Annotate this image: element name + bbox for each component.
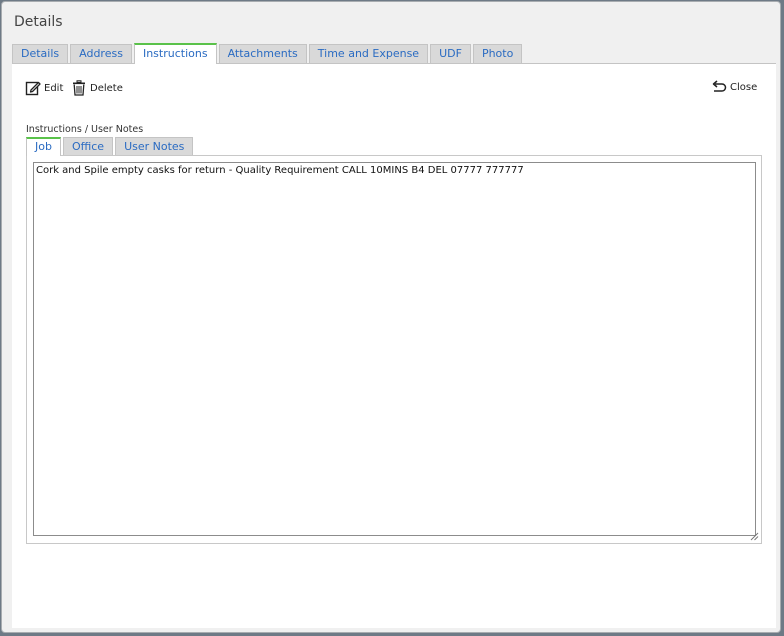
trash-icon: [71, 80, 87, 96]
tab-udf[interactable]: UDF: [430, 44, 471, 63]
subtab-job[interactable]: Job: [26, 137, 61, 156]
tab-attachments[interactable]: Attachments: [218, 44, 307, 63]
instructions-panel: Edit Delete Close Instructions / User No…: [12, 63, 776, 628]
dialog-title: Details: [14, 14, 63, 30]
tab-instructions[interactable]: Instructions: [133, 43, 217, 64]
close-label: Close: [730, 81, 758, 93]
edit-icon: [25, 80, 41, 96]
details-dialog: Details Details Address Instructions Att…: [1, 1, 781, 633]
delete-button[interactable]: Delete: [71, 80, 123, 96]
job-notes-textarea[interactable]: Cork and Spile empty casks for return - …: [33, 162, 756, 536]
undo-arrow-icon: [711, 80, 727, 94]
tab-time-and-expense[interactable]: Time and Expense: [308, 44, 429, 63]
top-tab-bar: Details Address Instructions Attachments…: [12, 43, 523, 64]
delete-label: Delete: [90, 82, 123, 94]
tab-address[interactable]: Address: [70, 44, 132, 63]
edit-button[interactable]: Edit: [25, 80, 63, 96]
subtab-office[interactable]: Office: [62, 137, 114, 155]
section-label: Instructions / User Notes: [26, 124, 144, 135]
tab-details[interactable]: Details: [12, 44, 69, 63]
resize-grip-icon[interactable]: [750, 532, 759, 541]
edit-label: Edit: [44, 82, 64, 94]
close-button[interactable]: Close: [711, 80, 757, 94]
notes-frame: Cork and Spile empty casks for return - …: [26, 155, 762, 544]
notes-tab-bar: Job Office User Notes: [26, 137, 194, 156]
tab-photo[interactable]: Photo: [472, 44, 523, 63]
subtab-user-notes[interactable]: User Notes: [115, 137, 194, 155]
